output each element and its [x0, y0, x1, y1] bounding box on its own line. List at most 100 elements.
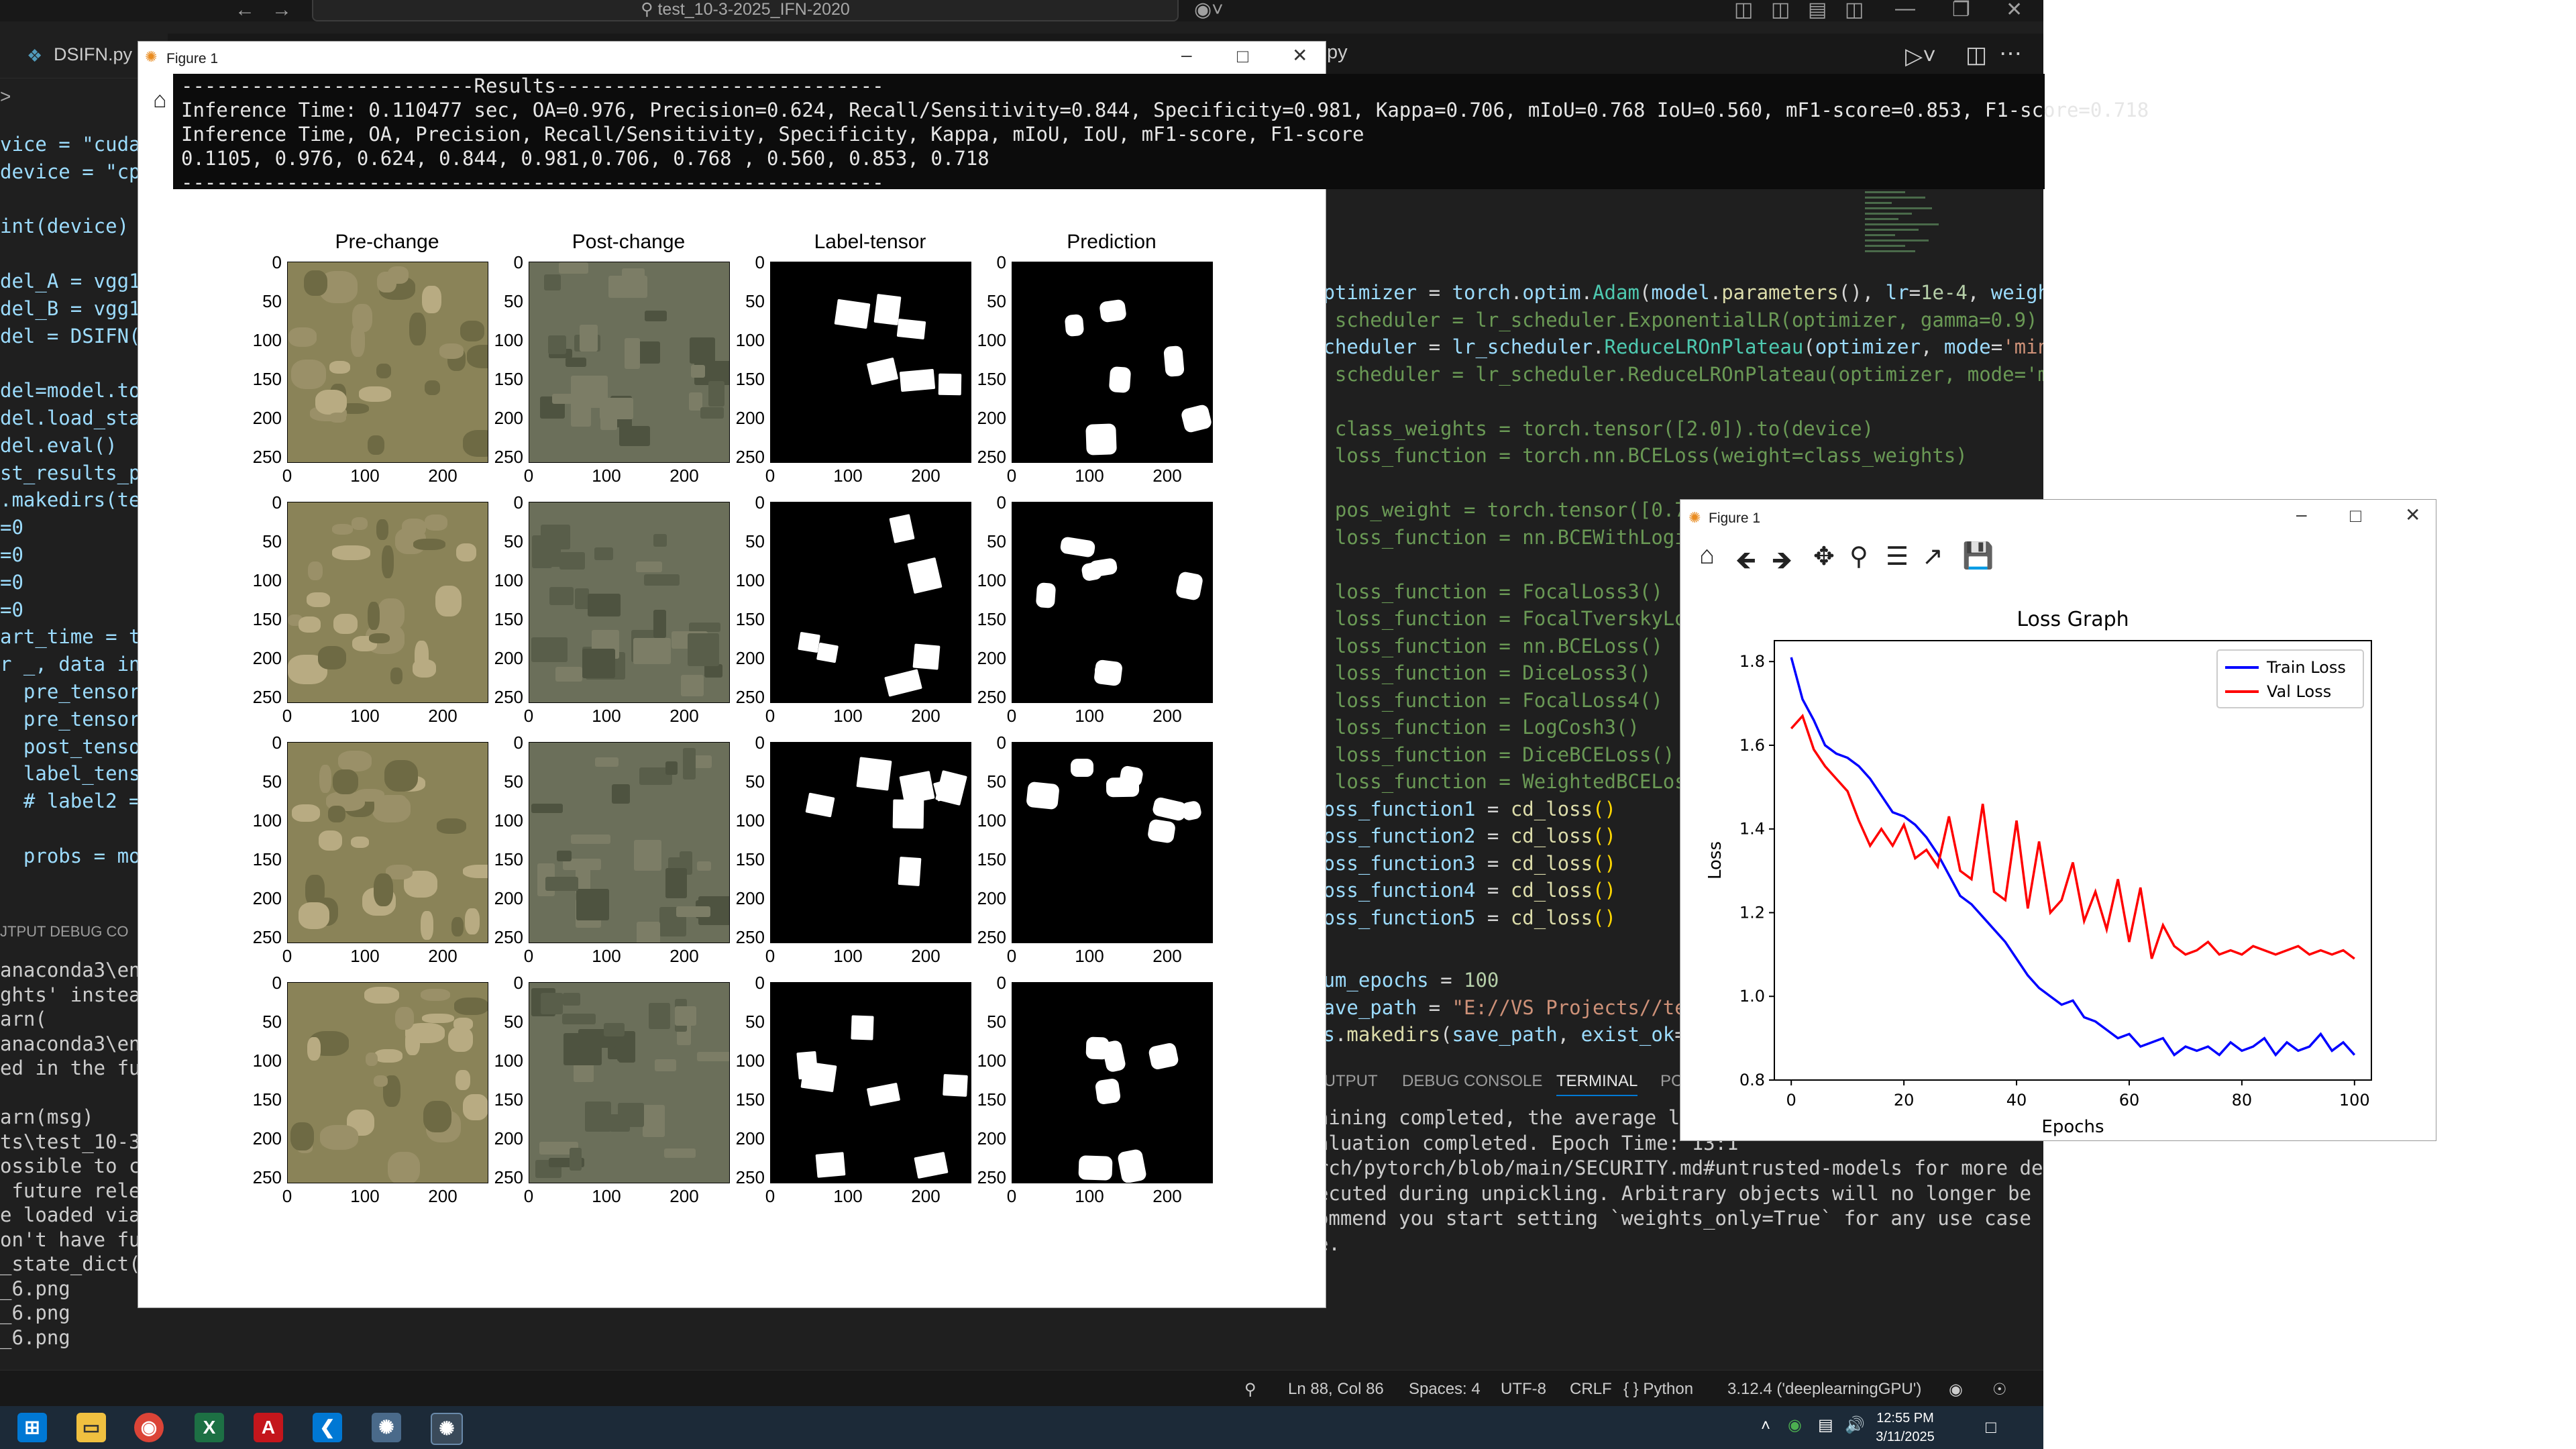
y-tick-label: 0	[513, 973, 523, 993]
x-tick-label: 0	[1006, 466, 1017, 486]
y-tick-label: 100	[735, 810, 765, 830]
vscode-icon[interactable]: ❮	[313, 1413, 342, 1442]
y-tick-label: 0	[755, 492, 765, 513]
code-editor-right-lower[interactable]: num_epochs = 100 save_path = "E://VS Proj…	[1311, 967, 1710, 1049]
zoom-icon[interactable]: ⚲	[1849, 541, 1868, 572]
minimize-icon[interactable]: –	[2296, 504, 2307, 525]
indentation[interactable]: Spaces: 4	[1409, 1380, 1481, 1399]
y-tick-label: 200	[735, 648, 765, 668]
terrain-patch	[374, 873, 393, 906]
terrain-patch	[352, 304, 372, 332]
zoom-icon[interactable]: ⚲	[1244, 1380, 1256, 1399]
restore-icon[interactable]: ❐	[1952, 0, 1970, 20]
copilot-icon[interactable]: ◉˅	[1194, 0, 1224, 20]
y-tick-label: 150	[977, 1089, 1006, 1110]
code-line: st_results_pa	[0, 461, 152, 484]
home-icon[interactable]: ⌂	[1699, 541, 1715, 570]
python-app-icon[interactable]: ✺	[372, 1413, 401, 1442]
start-icon[interactable]: ⊞	[17, 1413, 47, 1442]
y-tick-label: 250	[977, 1167, 1006, 1187]
y-tick-label: 100	[252, 570, 282, 590]
building-blob	[815, 1152, 846, 1178]
command-center-search[interactable]: ⚲ test_10-3-2025_IFN-2020	[312, 0, 1179, 21]
copilot-status-icon[interactable]: ◉	[1949, 1380, 1963, 1399]
house-roof	[612, 784, 630, 804]
matplotlib-taskbar-icon[interactable]: ✺	[431, 1413, 463, 1445]
code-line: r _, data in	[0, 653, 141, 676]
y-tick-label: 150	[735, 1089, 765, 1110]
toggle-sidebar-icon[interactable]: ◫	[1771, 0, 1790, 20]
pan-icon[interactable]: ✥	[1813, 541, 1835, 572]
y-tick-label: 50	[745, 1012, 765, 1032]
y-tick-label: 0	[513, 492, 523, 513]
y-tick-label: 150	[252, 849, 282, 869]
save-icon[interactable]: 💾	[1962, 541, 1994, 571]
toggle-secondary-sidebar-icon[interactable]: ◫	[1845, 0, 1864, 20]
terrain-patch	[368, 435, 384, 455]
notification-center-icon[interactable]: □	[1986, 1417, 1996, 1438]
house-roof	[645, 311, 667, 321]
split-editor-icon[interactable]: ◫	[1966, 42, 1987, 68]
building-blob	[816, 642, 839, 663]
language-mode[interactable]: { } Python	[1623, 1380, 1693, 1399]
configure-subplots-icon[interactable]: ☰	[1886, 541, 1909, 572]
tab-terminal[interactable]: TERMINAL	[1556, 1072, 1638, 1096]
house-roof	[636, 561, 662, 572]
house-roof	[633, 638, 671, 664]
x-tick-label: 200	[428, 706, 458, 726]
y-tick-label: 50	[745, 771, 765, 792]
x-tick-label: 0	[282, 466, 292, 486]
back-arrow-icon[interactable]: ←	[235, 0, 255, 20]
code-line: # class_weights = torch.tensor([2.0]).to…	[1311, 417, 1874, 440]
terminal-line: ecommend you start setting `weights_only…	[1293, 1207, 2031, 1230]
terminal-left[interactable]: anaconda3\env ghts' instead arn(anaconda3\…	[0, 958, 152, 1350]
volume-icon[interactable]: 🔊	[1845, 1415, 1865, 1435]
tab-label: DSIFN.py	[54, 44, 133, 64]
line-ending[interactable]: CRLF	[1570, 1380, 1612, 1399]
excel-icon[interactable]: X	[195, 1413, 224, 1442]
minimize-icon[interactable]: —	[1895, 0, 1915, 19]
panel-tabs-left[interactable]: JTPUT DEBUG CO	[0, 923, 129, 941]
more-actions-icon[interactable]: ⋯	[1999, 40, 2022, 67]
encoding[interactable]: UTF-8	[1501, 1380, 1546, 1399]
file-explorer-icon[interactable]: ▭	[76, 1413, 106, 1442]
tab-ports[interactable]: PC	[1660, 1072, 1682, 1091]
pdf-reader-icon[interactable]: A	[254, 1413, 283, 1442]
x-tick-label: 100	[833, 466, 863, 486]
y-tick-label: 200	[494, 408, 523, 428]
cursor-position[interactable]: Ln 88, Col 86	[1288, 1380, 1384, 1399]
building-blob	[892, 799, 924, 829]
house-roof	[676, 906, 710, 917]
python-interpreter[interactable]: 3.12.4 ('deeplearningGPU')	[1727, 1380, 1921, 1399]
toggle-panel-icon[interactable]: ▤	[1808, 0, 1827, 20]
house-roof	[531, 637, 568, 662]
chrome-icon[interactable]: ◉	[134, 1413, 164, 1442]
breadcrumb[interactable]: >	[0, 86, 11, 107]
terminal-line: _6.png	[0, 1326, 70, 1349]
code-editor-left[interactable]: vice = "cuda" device = "cpu int(device) del…	[0, 131, 152, 870]
layout-customize-icon[interactable]: ◫	[1734, 0, 1753, 20]
clock-date: 3/11/2025	[1876, 1430, 1935, 1444]
terrain-patch	[453, 1018, 473, 1030]
close-icon[interactable]: ✕	[2006, 0, 2023, 20]
tab-debug-console[interactable]: DEBUG CONSOLE	[1402, 1072, 1542, 1091]
notifications-bell-icon[interactable]: ☉	[1992, 1380, 2007, 1399]
code-line: int(device)	[0, 215, 129, 238]
tray-app-icon[interactable]: ◉	[1788, 1415, 1802, 1435]
tray-chevron-icon[interactable]: ˄	[1761, 1417, 1770, 1436]
terrain-patch	[318, 646, 346, 669]
building-blob	[866, 1082, 901, 1107]
clock[interactable]: 12:55 PM 3/11/2025	[1865, 1409, 1945, 1446]
close-icon[interactable]: ✕	[2405, 504, 2420, 526]
edit-axis-icon[interactable]: ↗	[1922, 541, 1943, 572]
forward-arrow-icon[interactable]: →	[272, 0, 292, 20]
y-tick-label: 0	[996, 252, 1006, 272]
y-tick-label: 100	[252, 810, 282, 830]
network-icon[interactable]: ▤	[1818, 1415, 1833, 1435]
run-icon[interactable]: ▷˅	[1905, 43, 1936, 70]
house-roof	[700, 407, 724, 419]
building-blob	[1064, 313, 1085, 337]
maximize-icon[interactable]: □	[2350, 505, 2361, 527]
x-tick-label: 0	[1006, 706, 1017, 726]
y-tick-label: 250	[735, 1167, 765, 1187]
